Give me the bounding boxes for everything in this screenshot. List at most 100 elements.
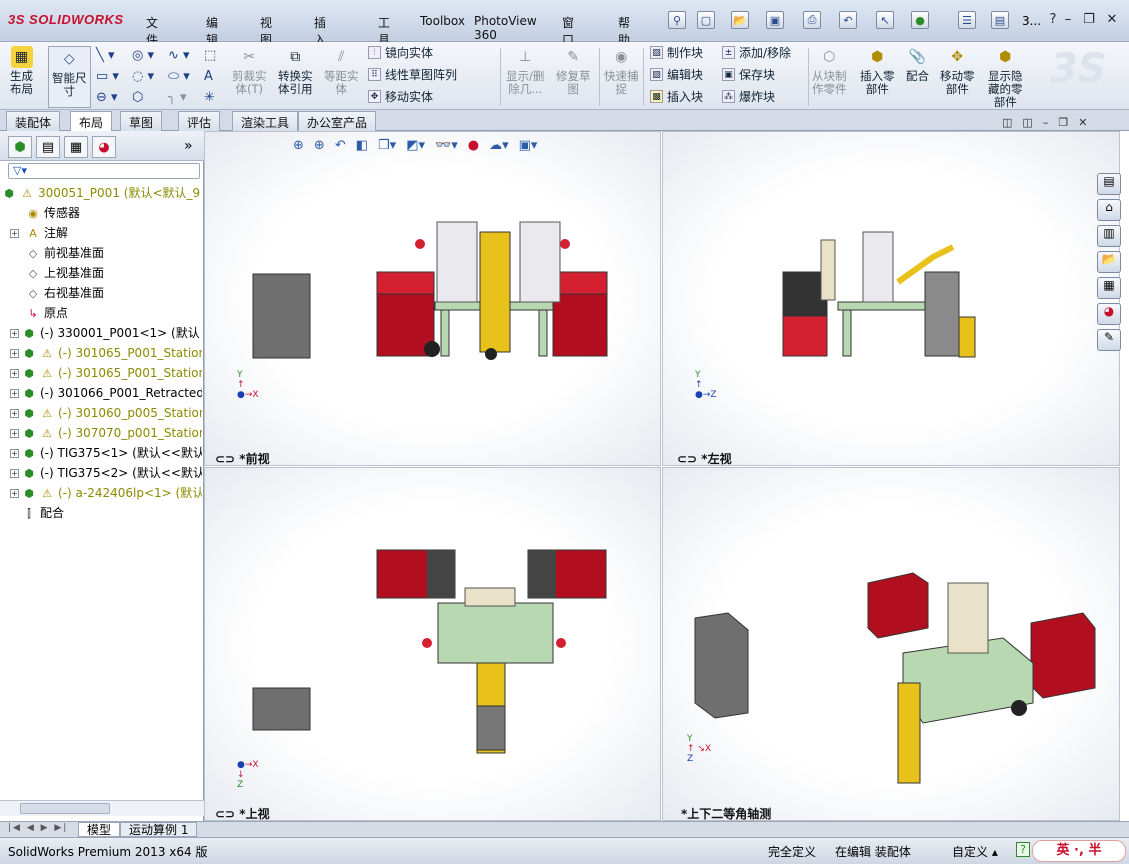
viewport-restore-icon[interactable]: ❐: [1058, 116, 1068, 129]
expand-toggle-icon[interactable]: +: [10, 429, 19, 438]
expand-toggle-icon[interactable]: +: [10, 409, 19, 418]
rebuild-traffic-light-icon[interactable]: ●: [911, 11, 929, 29]
tree-root[interactable]: ⬢ ⚠ 300051_P001 (默认<默认_9: [2, 183, 202, 203]
tree-item[interactable]: +↳原点: [10, 303, 202, 323]
offset-entities-button[interactable]: ⫽ 等距实 体: [324, 46, 359, 96]
file-properties-icon[interactable]: ▤: [991, 11, 1009, 29]
arc-tool-icon[interactable]: ◌ ▾: [132, 69, 168, 84]
bottom-tab[interactable]: 模型: [78, 822, 121, 837]
quick-snaps-button[interactable]: ◉ 快速捕 捉: [604, 46, 639, 96]
fillet-tool-icon[interactable]: ╮ ▾: [168, 90, 204, 105]
expand-toggle-icon[interactable]: +: [10, 369, 19, 378]
tree-item[interactable]: + ⬢ (-) 330001_P001<1> (默认: [10, 323, 202, 343]
solidworks-logo[interactable]: 3S SOLIDWORKS: [8, 12, 124, 27]
graphics-area[interactable]: ⊕⊕↶◧❒▾◩▾👓▾●☁▾▣▾ Y↑●→X ⊂⊃ *前视: [204, 131, 1129, 821]
make-block-button[interactable]: ▧ 制作块: [650, 44, 703, 61]
new-document-icon[interactable]: ▢: [697, 11, 715, 29]
explode-block-button[interactable]: ⁂ 爆炸块: [722, 88, 791, 105]
make-part-from-block-button[interactable]: ⬡ 从块制 作零件: [812, 46, 847, 96]
save-icon[interactable]: ▣: [766, 11, 784, 29]
tree-item[interactable]: + ⬢ ⚠ (-) 301065_P001_Station: [10, 343, 202, 363]
tree-filter[interactable]: ▽▾: [8, 163, 200, 179]
design-library-icon[interactable]: ▥: [1097, 225, 1121, 247]
viewport-isometric[interactable]: Y ↑ ↘X Z *上下二等角轴测: [662, 467, 1120, 821]
undo-icon[interactable]: ↶: [839, 11, 857, 29]
viewport-top[interactable]: ●→X ↓ Z ⊂⊃ *上视: [204, 467, 661, 821]
command-tab[interactable]: 评估: [178, 111, 221, 131]
circle-tool-icon[interactable]: ◎ ▾: [132, 48, 168, 63]
configuration-tab-icon[interactable]: ▦: [64, 136, 88, 158]
convert-entities-button[interactable]: ⧉ 转换实 体引用: [278, 46, 313, 96]
ellipse-tool-icon[interactable]: ⬭ ▾: [168, 69, 204, 84]
units-dropdown[interactable]: 自定义 ▴: [952, 843, 998, 860]
tree-horizontal-scrollbar[interactable]: [0, 800, 204, 816]
expand-toggle-icon[interactable]: +: [10, 389, 19, 398]
show-hidden-components-button[interactable]: ⬢ 显示隐 藏的零 部件: [988, 46, 1023, 109]
tree-item[interactable]: + ⬢ ⚠ (-) a-242406lp<1> (默认: [10, 483, 202, 503]
linear-pattern-button[interactable]: ⠿ 线性草图阵列: [368, 66, 457, 83]
home-icon[interactable]: ⌂: [1097, 199, 1121, 221]
smart-dimension-button[interactable]: ◇ 智能尺 寸: [48, 46, 91, 108]
minimize-icon[interactable]: –: [1057, 10, 1079, 28]
display-manager-tab-icon[interactable]: ◕: [92, 136, 116, 158]
tree-item[interactable]: +◉传感器: [10, 203, 202, 223]
menu-item[interactable]: Toolbox: [416, 14, 469, 28]
tree-item[interactable]: +⫿配合: [10, 503, 202, 523]
expand-panel-icon[interactable]: »: [184, 138, 193, 154]
expand-toggle-icon[interactable]: +: [10, 449, 19, 458]
command-tab[interactable]: 办公室产品: [298, 111, 377, 131]
polygon-tool-icon[interactable]: ⬡: [132, 90, 168, 105]
open-folder-icon[interactable]: 📂: [731, 11, 749, 29]
insert-block-button[interactable]: ▩ 插入块: [650, 88, 703, 105]
expand-toggle-icon[interactable]: +: [10, 469, 19, 478]
expand-toggle-icon[interactable]: +: [10, 229, 19, 238]
tree-item[interactable]: +◇前视基准面: [10, 243, 202, 263]
tree-item[interactable]: + ⬢ ⚠ (-) 301065_P001_Station: [10, 363, 202, 383]
slot-tool-icon[interactable]: ⊖ ▾: [96, 90, 132, 105]
custom-properties-icon[interactable]: ✎: [1097, 329, 1121, 351]
viewport-tile-icon[interactable]: ◫: [1022, 116, 1032, 129]
menu-item[interactable]: PhotoView 360: [470, 14, 541, 42]
tree-item[interactable]: + ⬢ ⚠ (-) 301060_p005_Station: [10, 403, 202, 423]
select-pointer-icon[interactable]: ↖: [876, 11, 894, 29]
expand-toggle-icon[interactable]: +: [10, 489, 19, 498]
tree-item[interactable]: +◇右视基准面: [10, 283, 202, 303]
ime-indicator[interactable]: 英 ·, 半: [1032, 840, 1126, 862]
property-manager-tab-icon[interactable]: ▤: [36, 136, 60, 158]
tab-scroll-arrows[interactable]: |◀ ◀ ▶ ▶|: [8, 823, 68, 833]
command-tab[interactable]: 布局: [70, 111, 113, 132]
move-entities-button[interactable]: ✥ 移动实体: [368, 88, 457, 105]
viewport-front[interactable]: ⊕ ⊕ ↶ ◧ ❒▾ ◩▾ 👓▾ ● ☁▾ ▣▾ Y ↑ ●→X ⊂⊃ *前视: [204, 131, 661, 466]
tree-item[interactable]: + ⬢ ⚠ (-) 307070_p001_Station: [10, 423, 202, 443]
trim-entities-button[interactable]: ✂ 剪裁实 体(T): [232, 46, 267, 96]
mate-button[interactable]: 📎 配合: [906, 46, 929, 83]
move-component-button[interactable]: ✥ 移动零 部件: [940, 46, 975, 96]
command-tab[interactable]: 装配体: [6, 111, 61, 131]
tree-item[interactable]: + ⬢ (-) TIG375<1> (默认<<默认: [10, 443, 202, 463]
command-tab[interactable]: 草图: [120, 111, 163, 131]
viewport-minimize-icon[interactable]: –: [1043, 116, 1049, 129]
save-block-button[interactable]: ▣ 保存块: [722, 66, 791, 83]
expand-toggle-icon[interactable]: +: [10, 329, 19, 338]
tree-item[interactable]: + A 注解: [10, 223, 202, 243]
resources-icon[interactable]: ▤: [1097, 173, 1121, 195]
pin-icon[interactable]: ⚲: [668, 11, 686, 29]
viewport-close-icon[interactable]: ✕: [1078, 116, 1087, 129]
view-palette-icon[interactable]: ▦: [1097, 277, 1121, 299]
spline-tool-icon[interactable]: ∿ ▾: [168, 48, 204, 63]
tree-item[interactable]: + ⬢ (-) TIG375<2> (默认<<默认: [10, 463, 202, 483]
viewport-link-icon[interactable]: ◫: [1002, 116, 1012, 129]
file-explorer-icon[interactable]: 📂: [1097, 251, 1121, 273]
help-button[interactable]: ?: [1016, 842, 1030, 857]
command-tab[interactable]: 渲染工具: [232, 111, 299, 131]
options-icon[interactable]: ☰: [958, 11, 976, 29]
bottom-tab[interactable]: 运动算例 1: [120, 822, 198, 837]
appearances-icon[interactable]: ◕: [1097, 303, 1121, 325]
restore-icon[interactable]: ❐: [1078, 10, 1100, 28]
edit-block-button[interactable]: ▨ 编辑块: [650, 66, 703, 83]
expand-toggle-icon[interactable]: +: [10, 349, 19, 358]
insert-components-button[interactable]: ⬢ 插入零 部件: [860, 46, 895, 96]
generate-layout-button[interactable]: ▦ 生成 布局: [10, 46, 33, 96]
viewport-left[interactable]: Y ↑ ●→Z ⊂⊃ *左视: [662, 131, 1120, 466]
add-remove-button[interactable]: ± 添加/移除: [722, 44, 791, 61]
